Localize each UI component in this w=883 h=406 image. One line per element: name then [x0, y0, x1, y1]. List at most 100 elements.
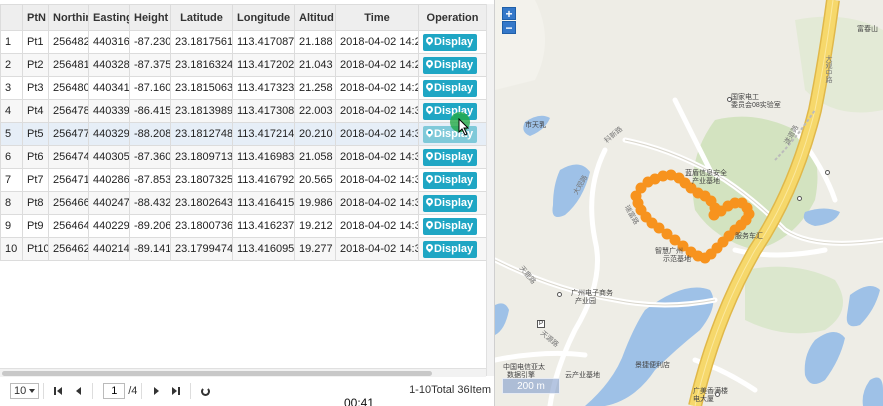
table-row[interactable]: 10Pt10256462440214-89.14123.17994740113.… — [0, 237, 487, 261]
cell-height: -88.208 — [129, 122, 171, 146]
table-row[interactable]: 1Pt1256482440316-87.23023.18175610113.41… — [0, 30, 487, 54]
cell-operation: Display — [418, 168, 487, 192]
map-label-zhihui: 智慧广州 — [655, 248, 683, 255]
row-index: 10 — [0, 237, 23, 261]
display-button[interactable]: Display — [423, 240, 478, 258]
cell-operation: Display — [418, 30, 487, 54]
cell-ptname: Pt9 — [22, 214, 49, 238]
cell-height: -87.360 — [129, 145, 171, 169]
column-header-time[interactable]: Time — [335, 4, 419, 31]
parking-icon: P — [537, 320, 545, 328]
map-view[interactable]: + − 富春山 大观中路 国家电工 委员会08实验室 市天乳 蓝盾信息安全 产业… — [495, 0, 883, 406]
cell-ptname: Pt6 — [22, 145, 49, 169]
table-row[interactable]: 5Pt5256477440329-88.20823.18127480113.41… — [0, 122, 487, 146]
row-index: 3 — [0, 76, 23, 100]
cell-longitude: 113.41730890 — [232, 99, 295, 123]
column-header-easting[interactable]: Easting — [88, 4, 130, 31]
display-button[interactable]: Display — [423, 217, 478, 235]
display-button[interactable]: Display — [423, 56, 478, 74]
first-page-button[interactable] — [48, 383, 68, 399]
map-marker-icon — [426, 221, 433, 231]
map-label-fuchun: 富春山 — [857, 26, 878, 33]
column-header-altitude[interactable]: Altitud — [294, 4, 336, 31]
cell-ptname: Pt1 — [22, 30, 49, 54]
cell-time: 2018-04-02 14:33 — [335, 237, 419, 261]
column-header-height[interactable]: Height — [129, 4, 171, 31]
table-row[interactable]: 9Pt9256464440229-89.20623.18007369113.41… — [0, 214, 487, 238]
map-marker-icon — [426, 60, 433, 70]
poi-marker[interactable] — [715, 392, 720, 397]
cell-longitude: 113.41623700 — [232, 214, 295, 238]
row-index: 8 — [0, 191, 23, 215]
cell-latitude: 23.18097130 — [170, 145, 233, 169]
column-header-latitude[interactable]: Latitude — [170, 4, 233, 31]
scrollbar-thumb[interactable] — [2, 371, 432, 376]
cell-longitude: 113.41721420 — [232, 122, 295, 146]
last-page-button[interactable] — [166, 383, 186, 399]
table-row[interactable]: 8Pt8256466440247-88.43223.18026430113.41… — [0, 191, 487, 215]
cell-ptname: Pt8 — [22, 191, 49, 215]
cell-altitude: 22.003 — [294, 99, 336, 123]
cell-height: -87.230 — [129, 30, 171, 54]
display-button[interactable]: Display — [423, 33, 478, 51]
prev-page-button[interactable] — [68, 383, 88, 399]
poi-marker[interactable] — [797, 196, 802, 201]
cell-operation: Display — [418, 76, 487, 100]
cell-altitude: 20.565 — [294, 168, 336, 192]
column-header-northing[interactable]: Northir — [48, 4, 89, 31]
cell-longitude: 113.41698300 — [232, 145, 295, 169]
table-row[interactable]: 2Pt2256481440328-87.37523.18163249113.41… — [0, 53, 487, 77]
map-label-dianzhan: 电大厦 — [693, 396, 714, 403]
divider — [190, 383, 192, 399]
column-header-operation: Operation — [418, 4, 487, 31]
cell-altitude: 21.258 — [294, 76, 336, 100]
page-size-select[interactable]: 10 — [10, 383, 40, 399]
map-label-yunchan: 云产业基地 — [565, 372, 600, 379]
cell-northing: 256482 — [48, 30, 89, 54]
horizontal-scrollbar[interactable] — [0, 368, 486, 377]
cell-height: -88.432 — [129, 191, 171, 215]
table-row[interactable]: 6Pt6256474440305-87.36023.18097130113.41… — [0, 145, 487, 169]
page-size-value: 10 — [14, 385, 27, 397]
cell-height: -89.206 — [129, 214, 171, 238]
next-page-button[interactable] — [146, 383, 166, 399]
column-header-longitude[interactable]: Longitude — [232, 4, 295, 31]
cell-easting: 440286 — [88, 168, 130, 192]
poi-marker[interactable] — [557, 292, 562, 297]
page-number-input[interactable] — [103, 383, 126, 399]
map-label-shifan: 示范基地 — [663, 256, 691, 263]
vertical-scrollbar[interactable] — [486, 4, 494, 376]
display-button[interactable]: Display — [423, 194, 478, 212]
zoom-out-button[interactable]: − — [502, 21, 516, 34]
last-page-arrow-icon — [172, 387, 178, 395]
display-button[interactable]: Display — [423, 79, 478, 97]
lake — [846, 286, 880, 327]
column-header-ptname[interactable]: PtN — [22, 4, 49, 31]
table-row[interactable]: 7Pt7256471440286-87.85323.18073259113.41… — [0, 168, 487, 192]
display-button[interactable]: Display — [423, 171, 478, 189]
pagination-info: 1-10Total 36Item — [409, 384, 491, 396]
cell-altitude: 19.212 — [294, 214, 336, 238]
poi-marker[interactable] — [825, 170, 830, 175]
cell-easting: 440229 — [88, 214, 130, 238]
table-row[interactable]: 4Pt4256478440339-86.41523.18139890113.41… — [0, 99, 487, 123]
cell-time: 2018-04-02 14:30 — [335, 99, 419, 123]
cell-latitude: 23.17994740 — [170, 237, 233, 261]
cell-operation: Display — [418, 53, 487, 77]
track-point[interactable] — [632, 197, 644, 209]
cell-ptname: Pt7 — [22, 168, 49, 192]
map-label-guojia: 国家电工 — [731, 94, 759, 101]
zoom-in-button[interactable]: + — [502, 7, 516, 20]
cell-altitude: 21.188 — [294, 30, 336, 54]
pagination-bar: 10 /4 1-10Total 36Item — [0, 380, 494, 402]
cell-height: -86.415 — [129, 99, 171, 123]
total-pages-label: /4 — [128, 385, 138, 397]
display-button-label: Display — [434, 36, 474, 48]
refresh-button[interactable] — [195, 383, 215, 399]
map-label-zhongguo: 中国电信亚太 — [503, 364, 545, 371]
map-label-dianzi: 广州电子商务 — [571, 290, 613, 297]
display-button[interactable]: Display — [423, 148, 478, 166]
table-row[interactable]: 3Pt3256480440341-87.16023.18150630113.41… — [0, 76, 487, 100]
cell-longitude: 113.41708710 — [232, 30, 295, 54]
poi-marker[interactable] — [727, 97, 732, 102]
